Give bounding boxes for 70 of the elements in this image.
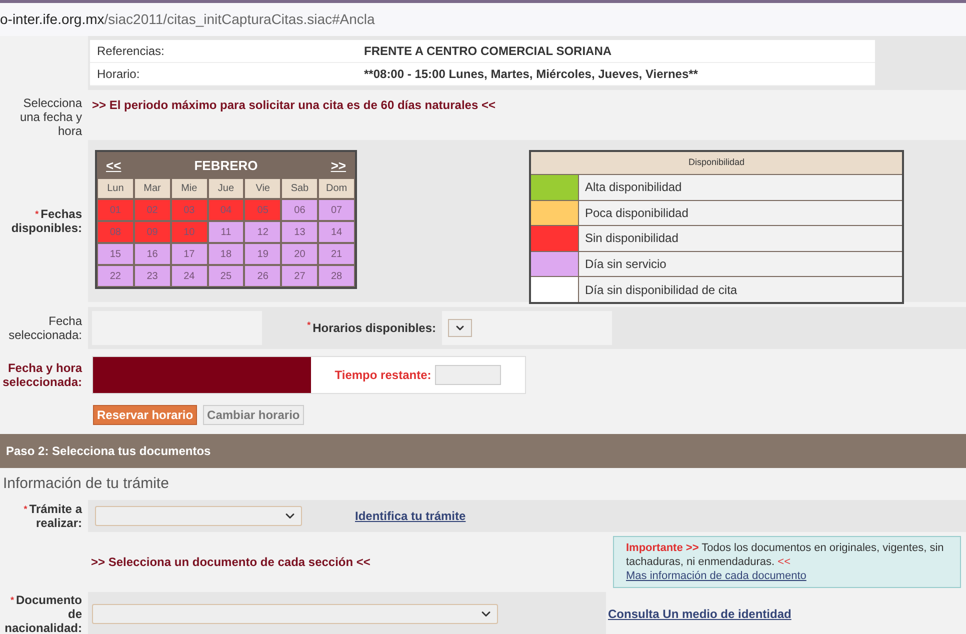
info-value: **08:00 - 15:00 Lunes, Martes, Miércoles, Jueves, Viernes** bbox=[364, 66, 698, 83]
legend-label: Alta disponibilidad bbox=[579, 175, 902, 200]
weekday-cell: Sab bbox=[282, 179, 318, 198]
legend-title: Disponibilidad bbox=[531, 152, 902, 174]
info-value: FRENTE A CENTRO COMERCIAL SORIANA bbox=[364, 43, 612, 60]
field-label: * Fechas disponibles: bbox=[10, 207, 82, 235]
weekday-cell: Vie bbox=[245, 179, 280, 198]
documents-notice: >> Selecciona un documento de cada sección << bbox=[91, 554, 370, 571]
info-label: Horario: bbox=[96, 66, 141, 83]
section-title: Información de tu trámite bbox=[3, 474, 169, 494]
day-cell[interactable]: 12 bbox=[245, 222, 280, 242]
weekday-cell: Lun bbox=[98, 179, 133, 198]
day-cell[interactable]: 21 bbox=[319, 244, 354, 264]
day-cell[interactable]: 22 bbox=[98, 266, 133, 286]
day-cell[interactable]: 02 bbox=[134, 200, 170, 220]
day-cell[interactable]: 03 bbox=[172, 200, 207, 220]
day-cell[interactable]: 11 bbox=[208, 222, 244, 242]
legend-label: Poca disponibilidad bbox=[579, 200, 902, 226]
day-cell[interactable]: 20 bbox=[282, 244, 318, 264]
month-title: FEBRERO bbox=[194, 157, 258, 176]
day-cell[interactable]: 23 bbox=[134, 266, 170, 286]
day-cell[interactable]: 17 bbox=[172, 244, 207, 264]
identity-link[interactable]: Consulta Un medio de identidad bbox=[608, 605, 792, 623]
schedule-dropdown[interactable] bbox=[448, 319, 472, 337]
day-cell[interactable]: 28 bbox=[319, 266, 354, 286]
previous-month-link[interactable]: << bbox=[106, 156, 122, 176]
weekday-cell: Mar bbox=[134, 179, 170, 198]
info-label: Referencias: bbox=[96, 43, 166, 60]
dropdown-field[interactable] bbox=[92, 604, 498, 624]
more-info-link[interactable]: Mas información de cada documento bbox=[626, 570, 806, 582]
field-label: Selecciona una fecha y hora bbox=[18, 96, 82, 138]
legend-label: Día sin servicio bbox=[579, 252, 902, 276]
important-notice: Importante >> Todos los documentos en originales, vigentes, sin tachaduras, ni enmendaduras. << Mas información de cada documento bbox=[613, 536, 961, 588]
day-cell[interactable]: 25 bbox=[208, 266, 244, 286]
weekday-cell: Jue bbox=[208, 179, 244, 198]
day-cell[interactable]: 04 bbox=[208, 200, 244, 220]
reserve-button[interactable]: Reservar horario bbox=[93, 405, 198, 425]
dropdown-field[interactable] bbox=[95, 506, 302, 526]
day-cell[interactable]: 06 bbox=[282, 200, 318, 220]
field-label: * Trámite a realizar: bbox=[22, 502, 82, 530]
weekday-cell: Mie bbox=[172, 179, 207, 198]
weekday-cell: Dom bbox=[319, 179, 354, 198]
address-bar[interactable]: o-inter.ife.org.mx/siac2011/citas_initCapturaCitas.siac#Ancla bbox=[0, 0, 966, 36]
day-cell[interactable]: 27 bbox=[282, 266, 318, 286]
day-cell[interactable]: 24 bbox=[172, 266, 207, 286]
day-cell[interactable]: 07 bbox=[319, 200, 354, 220]
day-cell[interactable]: 08 bbox=[98, 222, 133, 242]
day-cell[interactable]: 10 bbox=[172, 222, 207, 242]
day-cell[interactable]: 18 bbox=[208, 244, 244, 264]
url-text: o-inter.ife.org.mx/siac2011/citas_initCapturaCitas.siac#Ancla bbox=[0, 10, 375, 29]
day-cell[interactable]: 19 bbox=[245, 244, 280, 264]
day-cell[interactable]: 13 bbox=[282, 222, 318, 242]
field-label: Fecha seleccionada: bbox=[8, 314, 82, 342]
field-label: * Horarios disponibles: bbox=[307, 319, 436, 337]
change-button[interactable]: Cambiar horario bbox=[203, 405, 304, 425]
identify-link[interactable]: Identifica tu trámite bbox=[355, 507, 466, 525]
field-label: * Documento de nacionalidad: bbox=[4, 593, 82, 634]
day-cell[interactable]: 15 bbox=[98, 244, 133, 264]
field-label: Fecha y hora seleccionada: bbox=[2, 361, 82, 389]
legend-label: Sin disponibilidad bbox=[579, 226, 902, 251]
day-cell[interactable]: 01 bbox=[98, 200, 133, 220]
day-cell[interactable]: 14 bbox=[319, 222, 354, 242]
notice-text: >> El periodo máximo para solicitar una cita es de 60 días naturales << bbox=[91, 97, 496, 114]
day-cell[interactable]: 09 bbox=[134, 222, 170, 242]
day-cell[interactable]: 26 bbox=[245, 266, 280, 286]
next-month-link[interactable]: >> bbox=[330, 156, 346, 176]
day-cell[interactable]: 05 bbox=[245, 200, 280, 220]
legend-label: Día sin disponibilidad de cita bbox=[579, 277, 902, 302]
day-cell[interactable]: 16 bbox=[134, 244, 170, 264]
section-header-title: Paso 2: Selecciona tus documentos bbox=[6, 443, 211, 460]
